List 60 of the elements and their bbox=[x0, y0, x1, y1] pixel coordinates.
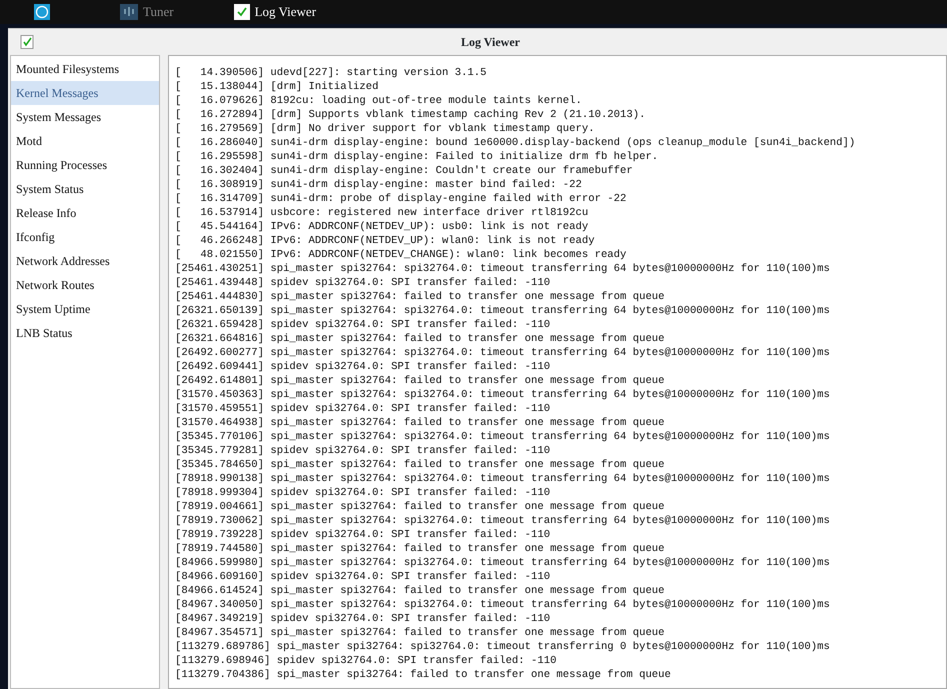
sidebar-item[interactable]: Running Processes bbox=[11, 153, 159, 177]
log-line: [78919.744580] spi_master spi32764: failed to transfer one message from queue bbox=[175, 542, 665, 556]
log-line: [84966.614524] spi_master spi32764: failed to transfer one message from queue bbox=[175, 584, 665, 598]
log-line: [ 16.295598] sun4i-drm display-engine: Failed to initialize drm fb helper. bbox=[175, 150, 658, 164]
sidebar-item[interactable]: Ifconfig bbox=[11, 225, 159, 249]
log-line: [ 16.302404] sun4i-drm display-engine: Couldn't create our framebuffer bbox=[175, 164, 633, 178]
log-line: [113279.698946] spidev spi32764.0: SPI transfer failed: -110 bbox=[175, 654, 556, 668]
window-title: Log Viewer bbox=[460, 34, 521, 51]
log-line: [31570.464938] spi_master spi32764: failed to transfer one message from queue bbox=[175, 416, 665, 430]
log-line: [35345.770106] spi_master spi32764: spi32764.0: timeout transferring 64 bytes@10000000Hz for 110(100)ms bbox=[175, 430, 830, 444]
log-line: [ 16.314709] sun4i-drm: probe of display-engine failed with error -22 bbox=[175, 192, 626, 206]
log-line: [78919.004661] spi_master spi32764: failed to transfer one message from queue bbox=[175, 500, 665, 514]
log-line: [84967.354571] spi_master spi32764: failed to transfer one message from queue bbox=[175, 626, 665, 640]
log-line: [78918.999304] spidev spi32764.0: SPI transfer failed: -110 bbox=[175, 486, 550, 500]
log-line: [ 15.138044] [drm] Initialized bbox=[175, 80, 378, 94]
taskbar-tab[interactable]: Tuner bbox=[143, 2, 174, 22]
sidebar-item[interactable]: Release Info bbox=[11, 201, 159, 225]
circle-icon[interactable] bbox=[34, 4, 50, 20]
log-line: [113279.704386] spi_master spi32764: failed to transfer one message from queue bbox=[175, 668, 671, 682]
log-line: [26492.609441] spidev spi32764.0: SPI transfer failed: -110 bbox=[175, 360, 550, 374]
log-line: [25461.430251] spi_master spi32764: spi32764.0: timeout transferring 64 bytes@10000000Hz for 110(100)ms bbox=[175, 262, 830, 276]
log-line: [31570.459551] spidev spi32764.0: SPI transfer failed: -110 bbox=[175, 402, 550, 416]
log-line: [ 16.272894] [drm] Supports vblank timestamp caching Rev 2 (21.10.2013). bbox=[175, 108, 646, 122]
log-line: [ 46.266248] IPv6: ADDRCONF(NETDEV_UP): wlan0: link is not ready bbox=[175, 234, 595, 248]
log-line: [78919.730062] spi_master spi32764: spi32764.0: timeout transferring 64 bytes@10000000Hz for 110(100)ms bbox=[175, 514, 830, 528]
log-line: [35345.779281] spidev spi32764.0: SPI transfer failed: -110 bbox=[175, 444, 550, 458]
sidebar-item[interactable]: System Uptime bbox=[11, 297, 159, 321]
log-line: [26321.659428] spidev spi32764.0: SPI transfer failed: -110 bbox=[175, 318, 550, 332]
log-line: [113279.689786] spi_master spi32764: spi32764.0: timeout transferring 0 bytes@10000000Hz for 110(100)ms bbox=[175, 640, 830, 654]
sidebar-item[interactable]: Network Addresses bbox=[11, 249, 159, 273]
log-line: [26321.664816] spi_master spi32764: failed to transfer one message from queue bbox=[175, 332, 665, 346]
log-line: [25461.439448] spidev spi32764.0: SPI transfer failed: -110 bbox=[175, 276, 550, 290]
log-line: [84966.599980] spi_master spi32764: spi32764.0: timeout transferring 64 bytes@10000000Hz for 110(100)ms bbox=[175, 556, 830, 570]
log-line: [25461.444830] spi_master spi32764: failed to transfer one message from queue bbox=[175, 290, 665, 304]
log-line: [ 16.079626] 8192cu: loading out-of-tree module taints kernel. bbox=[175, 94, 582, 108]
log-line: [ 16.537914] usbcore: registered new interface driver rtl8192cu bbox=[175, 206, 588, 220]
log-line: [78919.739228] spidev spi32764.0: SPI transfer failed: -110 bbox=[175, 528, 550, 542]
log-line: [35345.784650] spi_master spi32764: failed to transfer one message from queue bbox=[175, 458, 665, 472]
sidebar-item[interactable]: LNB Status bbox=[11, 321, 159, 345]
log-line: [ 14.390506] udevd[227]: starting version 3.1.5 bbox=[175, 66, 487, 80]
log-line: [31570.450363] spi_master spi32764: spi32764.0: timeout transferring 64 bytes@10000000Hz for 110(100)ms bbox=[175, 388, 830, 402]
log-line: [ 48.021550] IPv6: ADDRCONF(NETDEV_CHANGE): wlan0: link becomes ready bbox=[175, 248, 626, 262]
log-line: [26321.650139] spi_master spi32764: spi32764.0: timeout transferring 64 bytes@10000000Hz for 110(100)ms bbox=[175, 304, 830, 318]
sidebar-item[interactable]: Motd bbox=[11, 129, 159, 153]
log-line: [ 16.286040] sun4i-drm display-engine: bound 1e60000.display-backend (ops cleanup_module [sun4i_backend]) bbox=[175, 136, 856, 150]
sidebar-item[interactable]: System Status bbox=[11, 177, 159, 201]
log-line: [84967.340050] spi_master spi32764: spi32764.0: timeout transferring 64 bytes@10000000Hz for 110(100)ms bbox=[175, 598, 830, 612]
sidebar-item[interactable]: Kernel Messages bbox=[11, 81, 159, 105]
taskbar-tab[interactable]: Log Viewer bbox=[254, 2, 316, 22]
log-line: [ 45.544164] IPv6: ADDRCONF(NETDEV_UP): usb0: link is not ready bbox=[175, 220, 588, 234]
log-line: [84967.349219] spidev spi32764.0: SPI transfer failed: -110 bbox=[175, 612, 550, 626]
log-line: [84966.609160] spidev spi32764.0: SPI transfer failed: -110 bbox=[175, 570, 550, 584]
sidebar-item[interactable]: System Messages bbox=[11, 105, 159, 129]
log-line: [ 16.308919] sun4i-drm display-engine: master bind failed: -22 bbox=[175, 178, 582, 192]
log-line: [78918.990138] spi_master spi32764: spi32764.0: timeout transferring 64 bytes@10000000Hz for 110(100)ms bbox=[175, 472, 830, 486]
log-line: [26492.600277] spi_master spi32764: spi32764.0: timeout transferring 64 bytes@10000000Hz for 110(100)ms bbox=[175, 346, 830, 360]
sidebar-item[interactable]: Mounted Filesystems bbox=[11, 57, 159, 81]
log-line: [ 16.279569] [drm] No driver support for vblank timestamp query. bbox=[175, 122, 595, 136]
sidebar-item[interactable]: Network Routes bbox=[11, 273, 159, 297]
log-line: [26492.614801] spi_master spi32764: failed to transfer one message from queue bbox=[175, 374, 665, 388]
